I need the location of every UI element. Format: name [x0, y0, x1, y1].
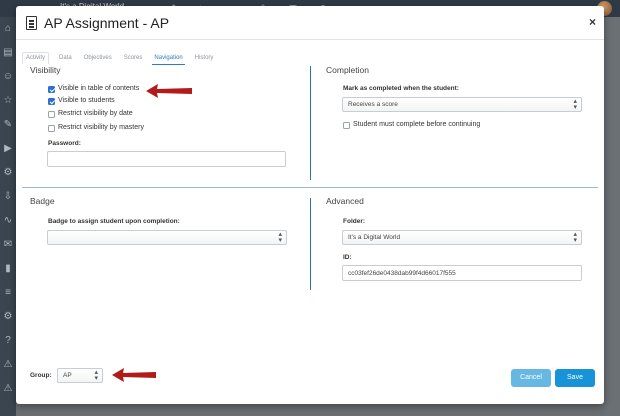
badge-assign-label: Badge to assign student upon completion: — [48, 218, 180, 225]
calendar-icon[interactable]: ▤ — [0, 41, 16, 65]
select-caret-icon: ▴ ▾ — [573, 231, 577, 244]
id-label: ID: — [343, 254, 352, 261]
document-icon — [26, 16, 37, 30]
badge-heading: Badge — [30, 196, 55, 206]
section-divider — [22, 187, 598, 188]
save-button[interactable]: Save — [555, 369, 595, 387]
modal-title: AP Assignment - AP — [44, 15, 170, 31]
annotation-arrow-icon — [112, 368, 156, 382]
gear-icon[interactable]: ⚙ — [0, 305, 16, 329]
users-icon[interactable]: ☺ — [0, 65, 16, 89]
folder-select-value: It's a Digital World — [348, 234, 401, 241]
left-nav-rail: ⌂ ▤ ☺ ☆ ✎ ▶ ⚙ ⇩ ∿ ✉ ▮ ≡ ⚙ ? ⚠ ⚠ — [0, 17, 16, 416]
select-caret-icon: ▴ ▾ — [573, 98, 577, 111]
visible-students-checkbox[interactable] — [48, 98, 55, 105]
book-icon[interactable]: ▮ — [0, 257, 16, 281]
visibility-heading: Visibility — [30, 65, 61, 75]
must-complete-checkbox[interactable] — [343, 122, 350, 129]
visible-toc-label: Visible in table of contents — [58, 85, 140, 92]
edit-icon[interactable]: ✎ — [0, 113, 16, 137]
mark-completed-select[interactable]: Receives a score ▴ ▾ — [342, 97, 582, 112]
list-icon[interactable]: ≡ — [0, 281, 16, 305]
column-divider-top — [310, 66, 311, 180]
group-select-value: AP — [63, 372, 72, 379]
tab-history[interactable]: History — [193, 53, 216, 64]
advanced-heading: Advanced — [326, 196, 364, 206]
chart-icon[interactable]: ∿ — [0, 209, 16, 233]
warning-icon[interactable]: ⚠ — [0, 353, 16, 377]
mark-completed-label: Mark as completed when the student: — [343, 85, 459, 92]
select-caret-icon: ▴ ▾ — [94, 369, 98, 382]
tab-navigation[interactable]: Navigation — [152, 53, 185, 65]
tab-scores[interactable]: Scores — [122, 53, 145, 64]
close-icon[interactable]: × — [589, 15, 596, 29]
restrict-date-checkbox[interactable] — [48, 111, 55, 118]
tab-bar: Activity Data Objectives Scores Navigation Hi… — [22, 46, 223, 65]
password-label: Password: — [48, 140, 81, 147]
download-icon[interactable]: ⇩ — [0, 185, 16, 209]
badge-select[interactable]: ▴ ▾ — [47, 230, 287, 245]
background-bottom — [16, 404, 604, 416]
id-input[interactable] — [342, 265, 582, 281]
mark-completed-value: Receives a score — [348, 101, 398, 108]
group-label: Group: — [30, 372, 52, 379]
play-icon[interactable]: ▶ — [0, 137, 16, 161]
visible-students-label: Visible to students — [58, 97, 115, 104]
tab-data[interactable]: Data — [57, 53, 74, 64]
annotation-arrow-icon — [146, 84, 192, 98]
settings-icon[interactable]: ⚙ — [0, 161, 16, 185]
assignment-modal: AP Assignment - AP × Activity Data Objecti… — [16, 6, 604, 404]
cancel-button[interactable]: Cancel — [511, 369, 551, 387]
restrict-date-label: Restrict visibility by date — [58, 110, 133, 117]
tab-activity[interactable]: Activity — [22, 52, 50, 64]
must-complete-label: Student must complete before continuing — [353, 121, 481, 128]
group-select[interactable]: AP ▴ ▾ — [57, 368, 103, 383]
help-icon[interactable]: ? — [0, 329, 16, 353]
folder-select[interactable]: It's a Digital World ▴ ▾ — [342, 230, 582, 245]
modal-header: AP Assignment - AP × — [16, 6, 604, 40]
completion-heading: Completion — [326, 65, 369, 75]
mail-icon[interactable]: ✉ — [0, 233, 16, 257]
folder-label: Folder: — [343, 218, 366, 225]
restrict-mastery-label: Restrict visibility by mastery — [58, 124, 144, 131]
password-input[interactable] — [47, 151, 286, 167]
visible-toc-checkbox[interactable] — [48, 86, 55, 93]
alert-icon[interactable]: ⚠ — [0, 377, 16, 401]
star-icon[interactable]: ☆ — [0, 89, 16, 113]
home-icon[interactable]: ⌂ — [0, 17, 16, 41]
restrict-mastery-checkbox[interactable] — [48, 125, 55, 132]
tab-objectives[interactable]: Objectives — [82, 53, 114, 64]
background-right — [604, 17, 620, 416]
select-caret-icon: ▴ ▾ — [278, 231, 282, 244]
column-divider-bottom — [310, 198, 311, 290]
